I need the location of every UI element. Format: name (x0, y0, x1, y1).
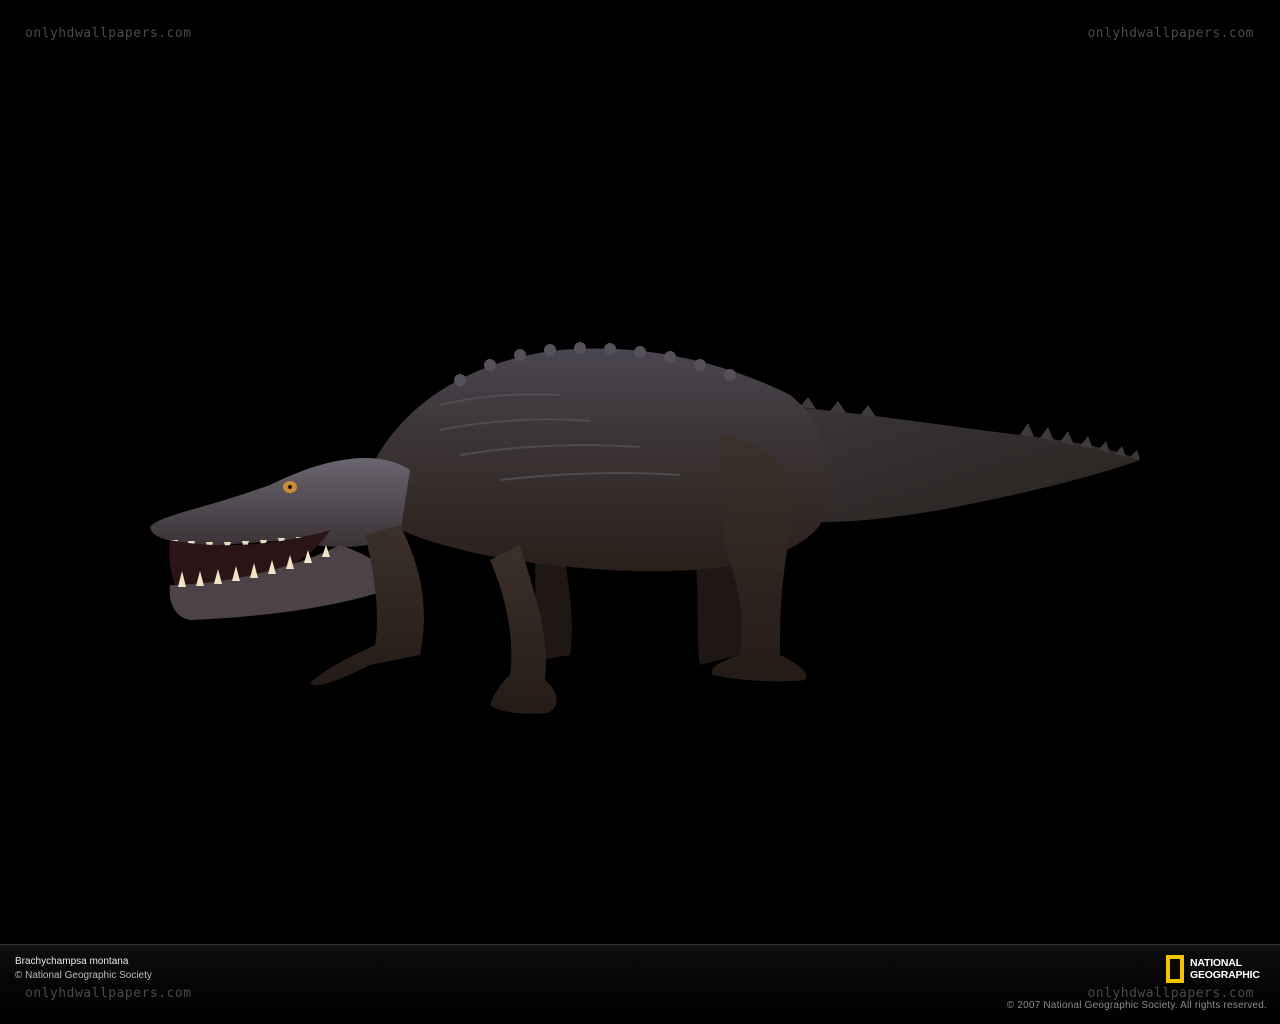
watermark-top-left: onlyhdwallpapers.com (25, 26, 192, 41)
copyright-notice: © 2007 National Geographic Society. All … (1006, 1000, 1267, 1011)
watermark-top-right: onlyhdwallpapers.com (1087, 26, 1254, 41)
logo-line-1: NATIONAL (1190, 957, 1242, 969)
caption-title: Brachychampsa montana (15, 956, 129, 967)
wallpaper: onlyhdwallpapers.com onlyhdwallpapers.co… (0, 0, 1280, 1024)
watermark-bottom-left: onlyhdwallpapers.com (25, 986, 192, 1001)
logo-line-2: GEOGRAPHIC (1190, 969, 1260, 981)
footer-bar (0, 944, 1280, 1024)
yellow-frame-icon (1166, 955, 1184, 983)
national-geographic-logo: NATIONAL GEOGRAPHIC (1166, 955, 1268, 985)
crocodilian-illustration (150, 342, 1140, 714)
caption-credit: © National Geographic Society (15, 970, 152, 981)
watermark-bottom-right: onlyhdwallpapers.com (1087, 986, 1254, 1001)
